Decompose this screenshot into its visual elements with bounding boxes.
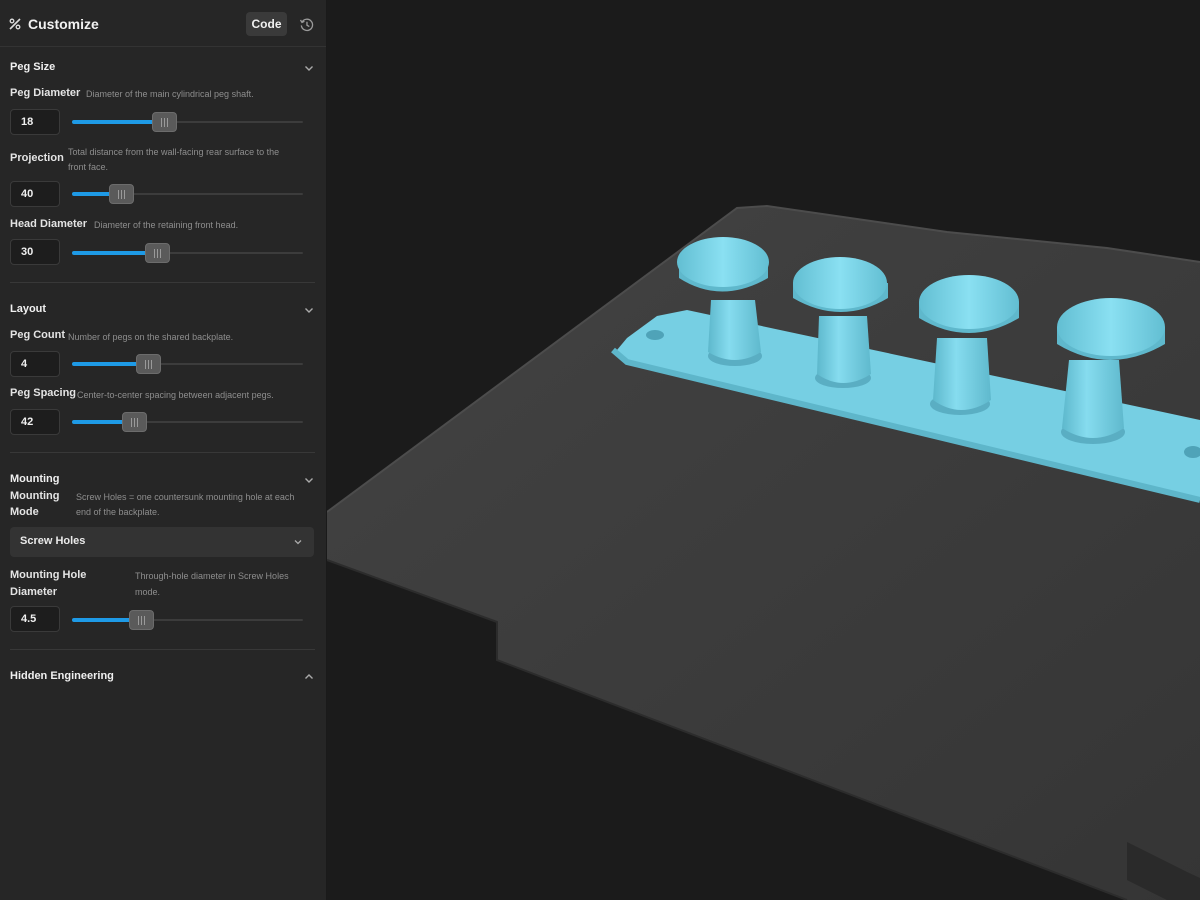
section-divider [10, 282, 315, 283]
peg-diameter-slider[interactable] [72, 112, 303, 132]
hole-diameter-desc-line2: mode. [135, 587, 161, 597]
head-diameter-input[interactable]: 30 [10, 239, 60, 265]
model-render [327, 204, 1200, 900]
history-icon[interactable] [299, 17, 314, 32]
peg-diameter-desc: Diameter of the main cylindrical peg sha… [86, 89, 254, 99]
section-title: Hidden Engineering [10, 670, 114, 682]
hole-diameter-input[interactable]: 4.5 [10, 606, 60, 632]
slider-thumb[interactable] [129, 610, 155, 630]
peg-count-slider[interactable] [72, 354, 303, 374]
section-title: Mounting [10, 473, 60, 485]
chevron-down-icon [305, 66, 313, 71]
mounting-mode-label-line1: Mounting [10, 490, 60, 502]
head-diameter-label: Head Diameter [10, 218, 88, 230]
peg-diameter-label: Peg Diameter [10, 87, 81, 99]
mounting-mode-desc-line2: end of the backplate. [76, 507, 160, 517]
head-diameter-slider[interactable] [72, 243, 303, 263]
peg-spacing-slider[interactable] [72, 412, 303, 432]
slider-thumb[interactable] [122, 412, 148, 432]
panel-header: Customize Code [0, 0, 326, 47]
chevron-down-icon [305, 308, 313, 313]
peg-count-label: Peg Count [10, 329, 65, 341]
panel-title: Customize [28, 16, 99, 32]
chevron-down-icon [305, 478, 313, 483]
hole-diameter-label-line2: Diameter [10, 586, 58, 598]
customize-panel: Customize Code Peg Size Peg Diameter Dia… [0, 0, 327, 900]
section-layout[interactable]: Layout [10, 301, 315, 319]
peg-spacing-input[interactable]: 42 [10, 409, 60, 435]
projection-slider[interactable] [72, 184, 303, 204]
slider-thumb[interactable] [145, 243, 171, 263]
hole-diameter-slider[interactable] [72, 610, 303, 630]
mounting-mode-selected: Screw Holes [20, 535, 86, 547]
section-mounting[interactable]: Mounting [10, 471, 315, 489]
code-button[interactable]: Code [246, 12, 287, 36]
wand-icon [9, 18, 21, 30]
peg-spacing-label: Peg Spacing [10, 387, 77, 399]
projection-input[interactable]: 40 [10, 181, 60, 207]
projection-label: Projection [10, 152, 64, 164]
mounting-mode-label-line2: Mode [10, 506, 39, 518]
peg-count-input[interactable]: 4 [10, 351, 60, 377]
projection-desc-line1: Total distance from the wall-facing rear… [68, 147, 280, 157]
section-hidden-engineering[interactable]: Hidden Engineering [10, 668, 315, 686]
peg-diameter-input[interactable]: 18 [10, 109, 60, 135]
section-title: Peg Size [10, 61, 56, 73]
mounting-mode-desc-line1: Screw Holes = one countersunk mounting h… [76, 492, 295, 502]
section-peg-size[interactable]: Peg Size [10, 59, 315, 77]
section-divider [10, 649, 315, 650]
head-diameter-desc: Diameter of the retaining front head. [94, 220, 239, 230]
slider-thumb[interactable] [152, 112, 178, 132]
peg-count-desc: Number of pegs on the shared backplate. [68, 332, 234, 342]
peg-spacing-desc: Center-to-center spacing between adjacen… [77, 390, 274, 400]
section-divider [10, 452, 315, 453]
projection-desc-line2: front face. [68, 162, 109, 172]
slider-thumb[interactable] [108, 184, 134, 204]
hole-diameter-label-line1: Mounting Hole [10, 569, 87, 581]
chevron-up-icon [305, 674, 313, 679]
model-viewport[interactable] [327, 0, 1200, 900]
mounting-mode-select[interactable]: Screw Holes [10, 527, 314, 557]
hole-diameter-desc-line1: Through-hole diameter in Screw Holes [135, 571, 289, 581]
chevron-down-icon [294, 540, 302, 545]
section-title: Layout [10, 303, 47, 315]
slider-thumb[interactable] [136, 354, 162, 374]
